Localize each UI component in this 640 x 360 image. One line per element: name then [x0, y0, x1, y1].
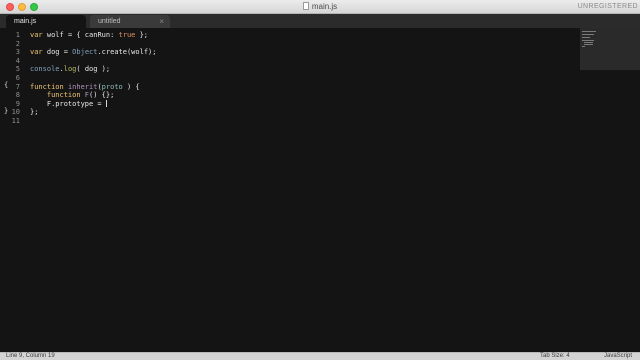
close-tab-icon[interactable]: ×: [159, 15, 164, 28]
code-token: function: [30, 82, 64, 91]
code-line[interactable]: 1 var wolf = { canRun: true };: [0, 31, 580, 40]
code-token: inherit: [67, 82, 98, 91]
code-text: function F() {};: [30, 91, 114, 100]
cursor-position: Line 9, Column 19: [6, 353, 55, 359]
code-line[interactable]: 11: [0, 117, 580, 126]
code-line[interactable]: 10};: [0, 108, 580, 117]
code-text: var wolf = { canRun: true };: [30, 31, 148, 40]
code-text: var dog = Object.create(wolf);: [30, 48, 156, 57]
code-text: console.log( dog );: [30, 65, 110, 74]
code-token: ( dog );: [76, 65, 111, 74]
minimap-line: [582, 46, 585, 47]
code-line[interactable]: 4: [0, 57, 580, 66]
minimap-line: [584, 42, 593, 43]
code-token: ) {: [122, 82, 140, 91]
minimap-line: [582, 40, 594, 41]
window-title-text: main.js: [311, 2, 338, 11]
document-icon: [302, 2, 309, 10]
code-token: log: [63, 65, 77, 74]
code-token: wolf = { canRun:: [42, 31, 119, 39]
code-line[interactable]: 5 console.log( dog );: [0, 65, 580, 74]
code-token: var: [30, 48, 43, 57]
line-number: 8: [15, 91, 20, 100]
line-number: 1: [15, 31, 20, 39]
tab-bar: main.js untitled ×: [0, 14, 640, 28]
license-notice: UNREGISTERED: [577, 3, 638, 10]
tab-label: untitled: [98, 18, 121, 25]
code-token: F.prototype =: [30, 99, 106, 108]
code-editor[interactable]: { } 1 var wolf = { canRun: true }; 2 3 var d…: [0, 28, 640, 352]
line-number: 7: [15, 82, 20, 91]
code-token: };: [30, 108, 39, 117]
tab-label: main.js: [14, 18, 37, 25]
code-line[interactable]: 7 function inherit(proto ) {: [0, 83, 580, 92]
minimap-line: [582, 31, 596, 32]
code-line[interactable]: 2: [0, 40, 580, 49]
syntax-selector[interactable]: JavaScript: [604, 353, 632, 360]
code-token: proto: [101, 82, 123, 91]
title-bar: main.js UNREGISTERED: [0, 0, 640, 14]
line-number: 2: [15, 39, 20, 48]
code-token: Object: [72, 48, 98, 57]
code-token: var: [30, 31, 43, 39]
tab-untitled[interactable]: untitled ×: [90, 15, 170, 28]
line-number: 5: [15, 65, 20, 74]
line-number: 9: [15, 99, 20, 108]
window-title: main.js: [0, 1, 640, 13]
minimap-line: [582, 37, 590, 38]
code-token: true: [118, 31, 136, 39]
line-number: 6: [15, 74, 20, 82]
code-text: function inherit(proto ) {: [30, 83, 140, 92]
code-token: dog =: [42, 48, 73, 57]
code-token: };: [135, 31, 149, 39]
code-token: function: [46, 91, 81, 100]
code-token: .create(wolf);: [97, 48, 157, 57]
text-caret: [105, 99, 107, 107]
code-token: () {};: [89, 91, 115, 100]
code-line[interactable]: 6: [0, 74, 580, 83]
code-line[interactable]: 8 function F() {};: [0, 91, 580, 100]
line-number: 4: [15, 56, 20, 65]
minimap-line: [584, 44, 593, 45]
status-bar: Line 9, Column 19 Tab Size: 4 JavaScript: [0, 352, 640, 360]
minimap[interactable]: [580, 28, 640, 70]
code-token: console: [30, 65, 60, 74]
code-text: };: [30, 108, 38, 117]
code-line[interactable]: 9 F.prototype =: [0, 99, 580, 109]
tab-size-selector[interactable]: Tab Size: 4: [540, 353, 570, 360]
tab-main-js[interactable]: main.js: [6, 15, 86, 28]
minimap-line: [582, 34, 594, 35]
line-number: 11: [11, 117, 20, 125]
code-text: F.prototype =: [30, 99, 107, 109]
code-line[interactable]: 3 var dog = Object.create(wolf);: [0, 48, 580, 57]
line-number: 3: [15, 48, 20, 57]
line-number: 10: [11, 108, 20, 117]
